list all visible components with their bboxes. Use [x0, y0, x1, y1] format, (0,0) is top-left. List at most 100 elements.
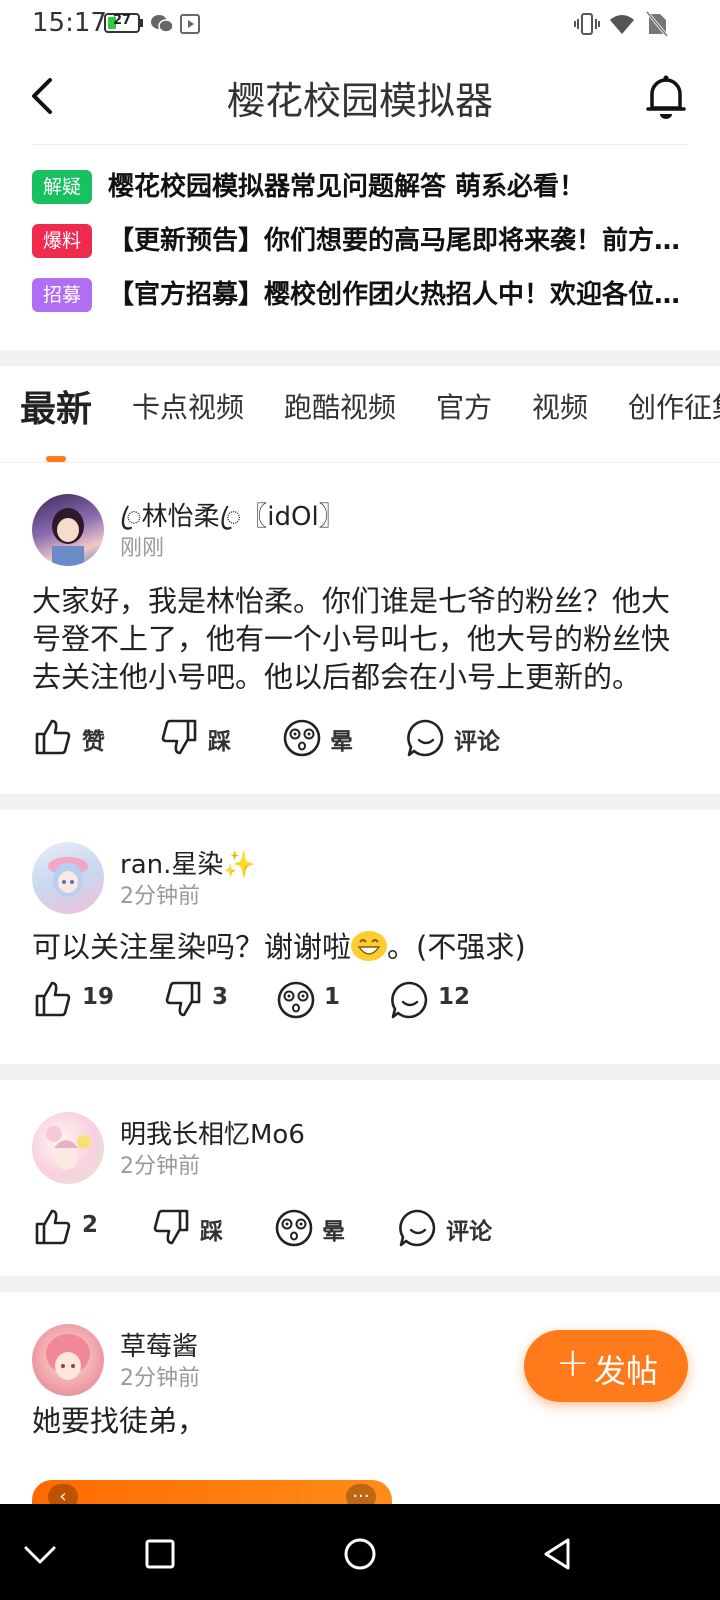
- notice-item[interactable]: 爆料 【更新预告】你们想要的高马尾即将来袭！前方高能预警: [32, 220, 698, 260]
- dizzy-icon: [277, 981, 315, 1019]
- dislike-icon: [153, 1209, 189, 1245]
- username[interactable]: 草莓酱: [120, 1326, 198, 1363]
- post-actions: 19 3 1 12: [0, 976, 720, 1024]
- post-body-text: 。(不强求): [387, 930, 526, 964]
- comment-label: 评论: [446, 1219, 492, 1245]
- tab-videos[interactable]: 视频: [532, 386, 588, 426]
- post-body[interactable]: 她要找徒弟，: [32, 1402, 672, 1440]
- post-body-text: 可以关注星染吗？谢谢啦: [32, 930, 352, 964]
- dizzy-label: 晕: [322, 1219, 345, 1245]
- avatar-image: [46, 1126, 91, 1170]
- post-time: 2分钟前: [120, 1366, 200, 1391]
- username[interactable]: 明我长相忆Mo6: [120, 1114, 305, 1151]
- username[interactable]: ran.星染✨: [120, 844, 256, 881]
- dislike-label: 踩: [208, 729, 231, 755]
- post-body[interactable]: 可以关注星染吗？谢谢啦 。(不强求): [32, 928, 672, 966]
- comment-button[interactable]: 评论: [406, 714, 536, 762]
- new-post-button[interactable]: + 发帖: [524, 1330, 688, 1402]
- plus-icon: +: [556, 1340, 590, 1386]
- post-card[interactable]: 明我长相忆Mo6 2分钟前 2 踩 晕 评论: [0, 1080, 720, 1276]
- avatar[interactable]: [32, 1112, 104, 1184]
- avatar[interactable]: [32, 842, 104, 914]
- battery-level: 27: [112, 13, 132, 28]
- comment-label: 评论: [454, 729, 500, 755]
- section-divider: [0, 1276, 720, 1292]
- post-actions: 赞 踩 晕 评论: [0, 714, 720, 762]
- media-icon: [180, 14, 200, 34]
- header: 樱花校园模拟器: [0, 48, 720, 144]
- comment-icon: [407, 719, 444, 757]
- like-button[interactable]: 赞: [34, 714, 144, 762]
- like-label: 赞: [82, 729, 105, 755]
- new-post-label: 发帖: [594, 1352, 659, 1390]
- tab-creation-contest[interactable]: 创作征集: [628, 386, 720, 426]
- post-time: 2分钟前: [120, 1154, 200, 1179]
- tabs-divider: [0, 462, 720, 463]
- vibrate-icon: [574, 13, 600, 35]
- dizzy-button[interactable]: 晕: [274, 1204, 384, 1252]
- no-sim-icon: [646, 11, 668, 37]
- system-nav-bar: [0, 1504, 720, 1600]
- wifi-icon: [610, 15, 634, 34]
- notice-badge: 招募: [32, 278, 92, 312]
- tab-beat-videos[interactable]: 卡点视频: [132, 386, 244, 426]
- notice-text: 【官方招募】樱校创作团火热招人中！欢迎各位小伙伴加入: [108, 280, 698, 310]
- like-button[interactable]: 2: [34, 1204, 134, 1252]
- dislike-button[interactable]: 踩: [160, 714, 270, 762]
- section-divider: [0, 794, 720, 810]
- page-title: 樱花校园模拟器: [226, 79, 493, 123]
- avatar[interactable]: [32, 1324, 104, 1396]
- avatar-image: [48, 857, 88, 897]
- notice-text: 樱花校园模拟器常见问题解答 萌系必看！: [108, 172, 586, 202]
- dislike-label: 踩: [200, 1219, 223, 1245]
- battery-icon: 27: [104, 13, 140, 33]
- notice-badge: 解疑: [32, 170, 92, 204]
- like-button[interactable]: 19: [34, 976, 144, 1024]
- tab-official[interactable]: 官方: [436, 386, 492, 426]
- notice-badge: 爆料: [32, 224, 92, 258]
- back-nav-icon[interactable]: [536, 1532, 580, 1576]
- comment-icon: [391, 981, 428, 1019]
- comment-button[interactable]: 12: [390, 976, 500, 1024]
- wechat-icon: [151, 15, 174, 33]
- dizzy-icon: [275, 1209, 313, 1247]
- dizzy-count: 1: [324, 984, 341, 1010]
- notice-text: 【更新预告】你们想要的高马尾即将来袭！前方高能预警: [108, 226, 698, 256]
- like-icon: [35, 1209, 71, 1245]
- dislike-icon: [161, 719, 197, 755]
- post-actions: 2 踩 晕 评论: [0, 1204, 720, 1252]
- comment-button[interactable]: 评论: [398, 1204, 528, 1252]
- like-icon: [35, 981, 71, 1017]
- avatar[interactable]: [32, 494, 104, 566]
- recents-icon[interactable]: [138, 1532, 182, 1576]
- home-icon[interactable]: [338, 1532, 382, 1576]
- section-divider: [0, 350, 720, 366]
- notice-item[interactable]: 招募 【官方招募】樱校创作团火热招人中！欢迎各位小伙伴加入: [32, 274, 698, 314]
- post-card[interactable]: ꦿ林怡柔ꦿ〖idOl〗 刚刚 大家好，我是林怡柔。你们谁是七爷的粉丝？他大号登不…: [0, 470, 720, 792]
- header-divider: [32, 144, 688, 145]
- dislike-button[interactable]: 踩: [152, 1204, 262, 1252]
- tab-latest[interactable]: 最新: [20, 380, 92, 432]
- like-count: 2: [82, 1212, 99, 1238]
- dislike-button[interactable]: 3: [164, 976, 264, 1024]
- like-count: 19: [82, 984, 115, 1010]
- like-icon: [35, 719, 71, 755]
- category-tabs: 最新 卡点视频 跑酷视频 官方 视频 创作征集: [0, 366, 720, 462]
- avatar-image: [52, 508, 84, 566]
- dizzy-button[interactable]: 1: [276, 976, 376, 1024]
- grin-emoji-icon: [351, 931, 388, 961]
- battery-tip: [140, 19, 143, 27]
- bell-icon[interactable]: [644, 72, 688, 120]
- dizzy-button[interactable]: 晕: [282, 714, 392, 762]
- dislike-icon: [165, 981, 201, 1017]
- comment-icon: [399, 1209, 436, 1247]
- collapse-icon[interactable]: [18, 1532, 62, 1576]
- post-body[interactable]: 大家好，我是林怡柔。你们谁是七爷的粉丝？他大号登不上了，他有一个小号叫七，他大号…: [32, 582, 672, 696]
- status-time: 15:17: [32, 8, 107, 38]
- post-time: 2分钟前: [120, 884, 200, 909]
- notice-item[interactable]: 解疑 樱花校园模拟器常见问题解答 萌系必看！: [32, 166, 692, 206]
- post-card[interactable]: ran.星染✨ 2分钟前 可以关注星染吗？谢谢啦 。(不强求) 19 3 1 12: [0, 810, 720, 1064]
- avatar-image: [46, 1334, 90, 1380]
- comment-count: 12: [438, 984, 471, 1010]
- tab-parkour-videos[interactable]: 跑酷视频: [284, 386, 396, 426]
